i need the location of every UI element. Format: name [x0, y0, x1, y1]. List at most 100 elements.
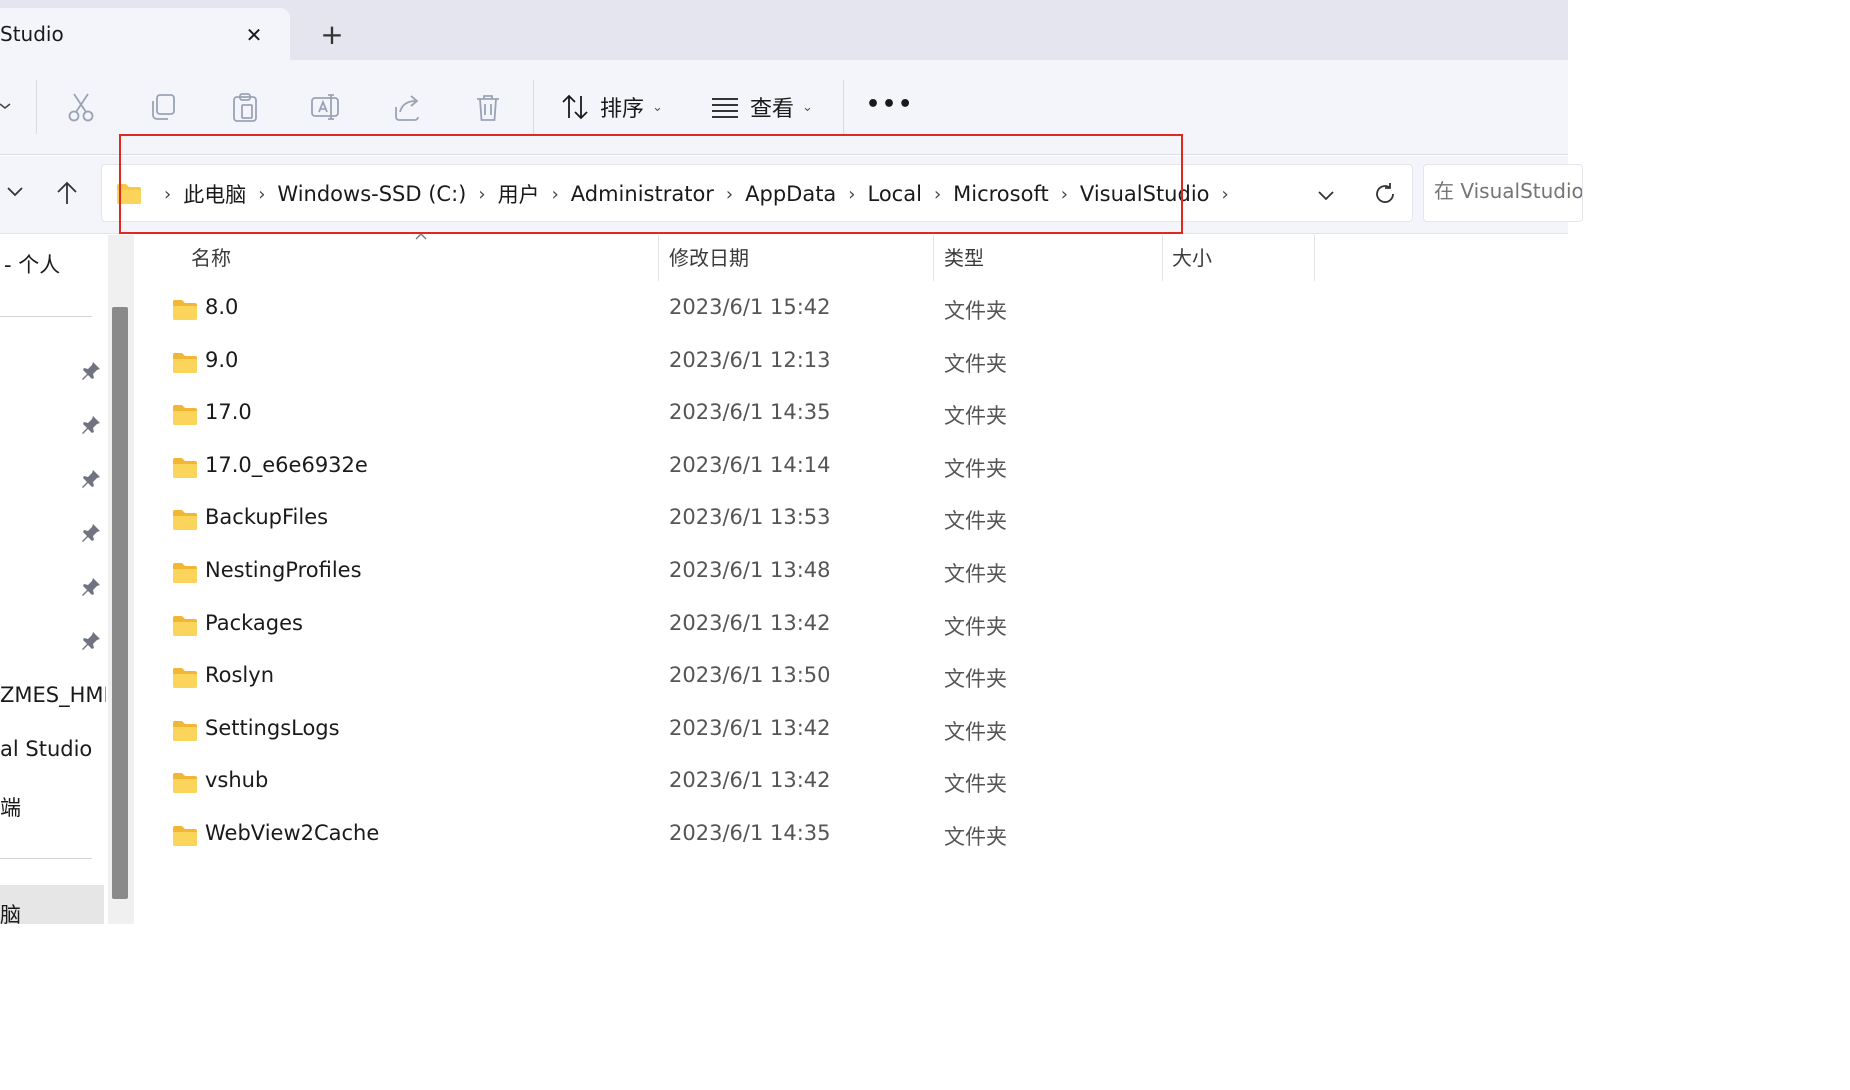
file-type: 文件夹: [944, 719, 1007, 744]
file-row[interactable]: Roslyn 2023/6/1 13:50 文件夹: [136, 653, 1568, 705]
pin-icon: [82, 470, 100, 488]
sidebar-scrollbar-thumb[interactable]: [112, 307, 128, 899]
column-divider[interactable]: [933, 235, 934, 281]
refresh-icon[interactable]: [1372, 181, 1398, 207]
file-name: SettingsLogs: [205, 715, 340, 740]
file-name: NestingProfiles: [205, 558, 362, 582]
file-date: 2023/6/1 13:50: [669, 663, 831, 688]
breadcrumb-item[interactable]: 此电脑: [183, 179, 246, 209]
chevron-down-icon: ⌄: [652, 99, 663, 115]
column-header-size[interactable]: 大小: [1172, 235, 1212, 281]
column-header-type[interactable]: 类型: [944, 235, 984, 281]
file-date: 2023/6/1 14:35: [669, 821, 831, 845]
search-box[interactable]: [1423, 164, 1583, 222]
breadcrumb-separator[interactable]: ›: [1061, 184, 1068, 205]
search-input[interactable]: [1434, 179, 1582, 203]
column-divider[interactable]: [1162, 235, 1163, 281]
breadcrumb-item[interactable]: AppData: [745, 182, 836, 206]
breadcrumb-item[interactable]: Administrator: [571, 182, 714, 206]
tab-active[interactable]: Studio ✕: [0, 8, 290, 61]
view-button[interactable]: 查看 ⌄: [710, 86, 813, 128]
file-name: WebView2Cache: [205, 821, 380, 845]
toolbar-separator: [533, 80, 534, 134]
more-options-button[interactable]: •••: [866, 90, 912, 126]
file-name: Roslyn: [205, 663, 275, 688]
file-type: 文件夹: [944, 351, 1007, 376]
file-row[interactable]: 17.0_e6e6932e 2023/6/1 14:14 文件夹: [136, 443, 1568, 495]
file-row[interactable]: WebView2Cache 2023/6/1 14:35 文件夹: [136, 811, 1568, 863]
breadcrumb-separator[interactable]: ›: [478, 184, 485, 205]
file-row[interactable]: 17.0 2023/6/1 14:35 文件夹: [136, 390, 1568, 442]
sidebar-item[interactable]: ZMES_HMI: [0, 683, 106, 707]
breadcrumb-item[interactable]: Windows-SSD (C:): [277, 182, 466, 206]
column-divider[interactable]: [1314, 235, 1315, 281]
cut-icon[interactable]: [64, 90, 98, 124]
sort-label: 排序: [600, 97, 645, 122]
breadcrumb-separator[interactable]: ›: [164, 184, 171, 205]
breadcrumb-separator[interactable]: ›: [848, 184, 855, 205]
sidebar-item-onedrive[interactable]: - 个人: [4, 249, 60, 279]
file-name: 17.0_e6e6932e: [205, 452, 368, 477]
tab-title: Studio: [0, 22, 64, 46]
breadcrumb-separator[interactable]: ›: [1222, 184, 1229, 205]
folder-icon: [173, 668, 197, 689]
sidebar-item-selected[interactable]: 脑: [0, 885, 104, 927]
share-icon[interactable]: [390, 90, 424, 124]
folder-icon: [173, 826, 197, 846]
navigation-pane: - 个人 ZMES_HMI al Studio 端 脑: [0, 235, 136, 927]
file-row[interactable]: SettingsLogs 2023/6/1 13:42 文件夹: [136, 706, 1568, 758]
column-header-name[interactable]: 名称: [191, 235, 231, 281]
recent-locations-chevron-icon[interactable]: [2, 178, 28, 204]
address-history-chevron-icon[interactable]: [1314, 183, 1338, 207]
file-date: 2023/6/1 13:48: [669, 558, 831, 582]
copy-icon[interactable]: [146, 90, 180, 124]
breadcrumb-separator[interactable]: ›: [258, 184, 265, 205]
folder-icon: [173, 352, 197, 373]
file-row[interactable]: 8.0 2023/6/1 15:42 文件夹: [136, 285, 1568, 337]
sort-ascending-icon: [415, 233, 427, 240]
folder-icon: [173, 457, 197, 478]
chevron-down-icon[interactable]: [0, 100, 12, 112]
file-type: 文件夹: [944, 825, 1007, 849]
breadcrumb-item[interactable]: Microsoft: [953, 182, 1049, 206]
file-row[interactable]: NestingProfiles 2023/6/1 13:48 文件夹: [136, 548, 1568, 600]
folder-icon: [173, 405, 197, 426]
folder-icon: [173, 510, 197, 531]
column-header-date[interactable]: 修改日期: [669, 235, 749, 281]
file-type: 文件夹: [944, 667, 1007, 692]
rename-icon[interactable]: [308, 90, 342, 124]
sidebar-item[interactable]: 端: [0, 792, 106, 822]
sidebar-item-label: 脑: [0, 903, 21, 927]
breadcrumb-item[interactable]: VisualStudio: [1080, 182, 1210, 206]
tab-close-icon[interactable]: ✕: [240, 22, 268, 50]
file-type: 文件夹: [944, 509, 1007, 534]
sidebar-divider: [0, 316, 92, 317]
folder-icon: [173, 773, 197, 794]
sidebar-item[interactable]: al Studio: [0, 737, 106, 761]
breadcrumb-separator[interactable]: ›: [934, 184, 941, 205]
up-arrow-icon[interactable]: [52, 178, 82, 208]
file-row[interactable]: 9.0 2023/6/1 12:13 文件夹: [136, 338, 1568, 390]
breadcrumb-item[interactable]: Local: [868, 182, 922, 206]
new-tab-button[interactable]: +: [314, 19, 350, 55]
command-bar: 排序 ⌄ 查看 ⌄ •••: [0, 60, 1568, 155]
file-date: 2023/6/1 13:42: [669, 610, 831, 635]
sort-button[interactable]: 排序 ⌄: [560, 86, 663, 128]
file-row[interactable]: vshub 2023/6/1 13:42 文件夹: [136, 758, 1568, 810]
paste-icon[interactable]: [228, 90, 262, 124]
file-row[interactable]: BackupFiles 2023/6/1 13:53 文件夹: [136, 495, 1568, 547]
file-row[interactable]: Packages 2023/6/1 13:42 文件夹: [136, 601, 1568, 653]
breadcrumb-separator[interactable]: ›: [726, 184, 733, 205]
breadcrumb-item[interactable]: 用户: [498, 179, 540, 209]
breadcrumb: › 此电脑 › Windows-SSD (C:) › 用户 › Administ…: [116, 179, 1241, 209]
pin-icon: [82, 578, 100, 596]
folder-icon: [173, 300, 197, 320]
delete-icon[interactable]: [471, 90, 505, 124]
folder-icon: [117, 184, 141, 204]
file-name: 17.0: [205, 400, 252, 425]
file-list: 名称 修改日期 类型 大小 8.0 2023/6/1 15:42 文件夹 9.0…: [136, 233, 1568, 924]
breadcrumb-separator[interactable]: ›: [552, 184, 559, 205]
address-bar[interactable]: › 此电脑 › Windows-SSD (C:) › 用户 › Administ…: [101, 164, 1413, 222]
file-name: BackupFiles: [205, 505, 329, 530]
column-divider[interactable]: [658, 235, 659, 281]
